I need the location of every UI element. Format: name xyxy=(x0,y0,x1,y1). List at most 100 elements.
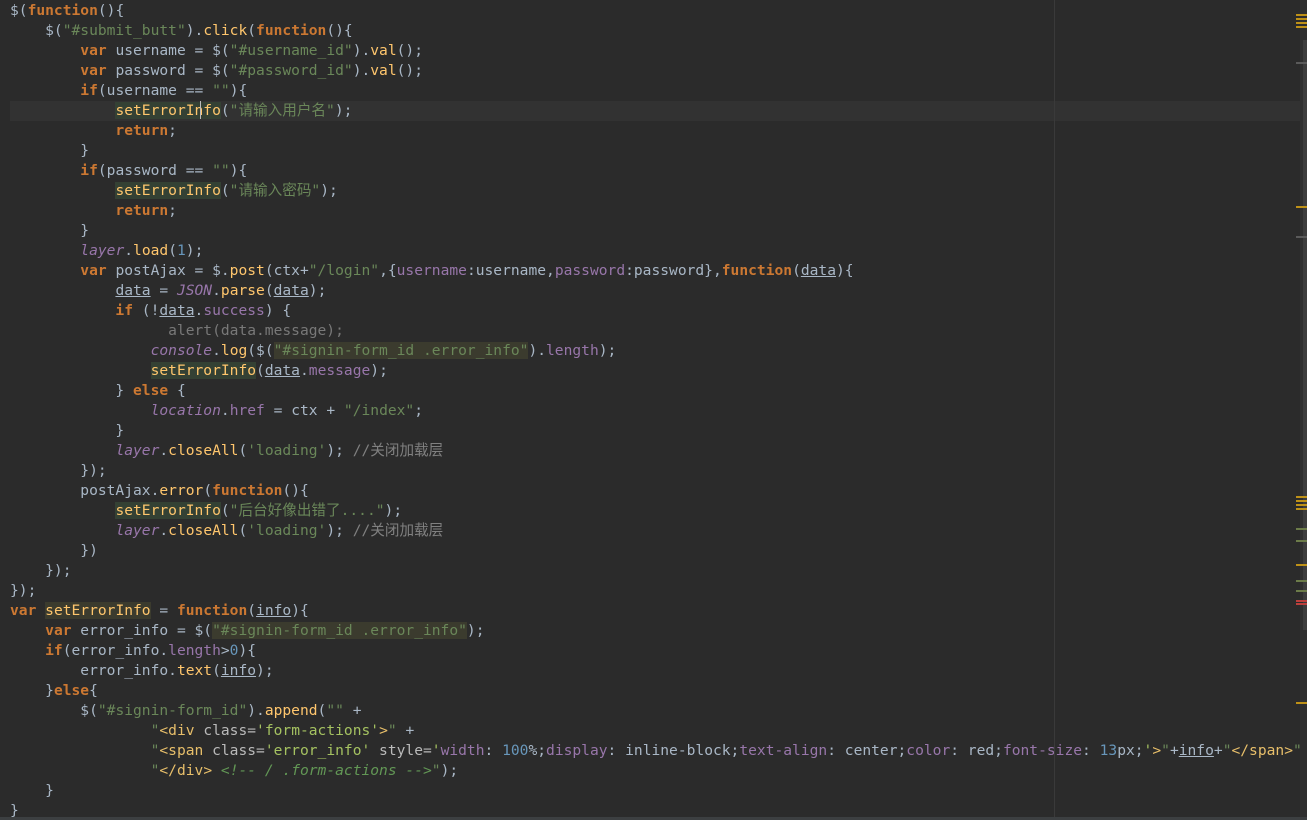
code-token: info xyxy=(220,662,257,679)
err-marker[interactable] xyxy=(1296,600,1307,602)
code-token: "" xyxy=(212,82,230,99)
warn-marker[interactable] xyxy=(1296,22,1307,24)
code-token: ' xyxy=(431,742,441,759)
info-marker[interactable] xyxy=(1296,580,1307,582)
code-line[interactable]: $("#signin-form_id").append("" + xyxy=(10,701,362,721)
warn-marker[interactable] xyxy=(1296,564,1307,566)
code-token: (ctx+ xyxy=(264,262,309,279)
code-line[interactable]: var error_info = $("#signin-form_id .err… xyxy=(10,621,485,641)
code-token: ) { xyxy=(264,302,292,319)
info-marker[interactable] xyxy=(1296,590,1307,592)
warn-marker[interactable] xyxy=(1296,18,1307,20)
code-token: else xyxy=(53,682,90,699)
warn-marker[interactable] xyxy=(1296,206,1307,208)
code-token: text-align xyxy=(739,742,828,759)
warn-marker[interactable] xyxy=(1296,14,1307,16)
code-token: . xyxy=(299,362,309,379)
code-line[interactable]: postAjax.error(function(){ xyxy=(10,481,308,501)
warn-marker[interactable] xyxy=(1296,504,1307,506)
code-token: if xyxy=(10,82,98,99)
code-token: + xyxy=(343,702,362,719)
info-marker[interactable] xyxy=(1296,528,1307,530)
code-line[interactable]: setErrorInfo("请输入密码"); xyxy=(10,181,338,201)
code-line[interactable]: "<div class='form-actions'>" + xyxy=(10,721,415,741)
code-line[interactable]: return; xyxy=(10,121,177,141)
code-token: } xyxy=(10,682,54,699)
code-line[interactable]: }) xyxy=(10,541,98,561)
code-line[interactable]: console.log($("#signin-form_id .error_in… xyxy=(10,341,616,361)
code-line[interactable]: } else { xyxy=(10,381,185,401)
code-line[interactable]: var setErrorInfo = function(info){ xyxy=(10,601,309,621)
code-line[interactable]: layer.closeAll('loading'); //关闭加载层 xyxy=(10,521,443,541)
code-line[interactable]: } xyxy=(10,781,54,801)
code-line[interactable]: " <span class='error_info' style='width: … xyxy=(10,741,1300,761)
code-line[interactable]: var postAjax = $.post(ctx+"/login",{user… xyxy=(10,261,854,281)
code-line[interactable]: }else{ xyxy=(10,681,98,701)
code-token: : inline-block; xyxy=(607,742,740,759)
code-line[interactable]: if (!data.success) { xyxy=(10,301,291,321)
code-line[interactable]: setErrorInfo("后台好像出错了...."); xyxy=(10,501,402,521)
warn-marker[interactable] xyxy=(1296,508,1307,510)
code-line[interactable]: }); xyxy=(10,561,71,581)
grey-marker[interactable] xyxy=(1296,62,1307,64)
code-line[interactable]: layer.closeAll('loading'); //关闭加载层 xyxy=(10,441,443,461)
code-line[interactable]: $("#submit_butt").click(function(){ xyxy=(10,21,353,41)
code-token: setErrorInfo xyxy=(150,362,257,379)
code-token: ; xyxy=(414,402,424,419)
code-line[interactable]: data = JSON.parse(data); xyxy=(10,281,326,301)
code-line[interactable]: } xyxy=(10,421,124,441)
code-token: length xyxy=(168,642,221,659)
code-token: . xyxy=(212,342,221,359)
code-token: "#submit_butt" xyxy=(62,22,186,39)
code-line[interactable]: var password = $("#password_id").val(); xyxy=(10,61,423,81)
code-token: + xyxy=(1213,742,1223,759)
code-line[interactable]: } xyxy=(10,141,89,161)
code-line[interactable]: location.href = ctx + "/index"; xyxy=(10,401,423,421)
code-token: ; xyxy=(168,202,177,219)
info-marker[interactable] xyxy=(1296,540,1307,542)
code-token: ){ xyxy=(229,162,248,179)
code-line[interactable]: if(username == ""){ xyxy=(10,81,247,101)
code-editor[interactable]: $(function(){ $("#submit_butt").click(fu… xyxy=(0,0,1300,820)
code-token: ){ xyxy=(291,602,309,619)
code-line[interactable]: var username = $("#username_id").val(); xyxy=(10,41,423,61)
code-token: 'loading' xyxy=(247,522,327,539)
code-token: alert(data.message); xyxy=(10,322,344,339)
err-marker[interactable] xyxy=(1296,603,1307,605)
code-token: var xyxy=(45,622,72,639)
code-line[interactable]: setErrorInfo(data.message); xyxy=(10,361,388,381)
code-line[interactable]: } xyxy=(10,221,89,241)
code-token: %; xyxy=(528,742,547,759)
code-line[interactable]: if(error_info.length>0){ xyxy=(10,641,256,661)
code-line[interactable]: layer.load(1); xyxy=(10,241,203,261)
code-line[interactable]: return; xyxy=(10,201,177,221)
code-line[interactable]: if(password == ""){ xyxy=(10,161,247,181)
code-token: = ctx + xyxy=(264,402,344,419)
code-token: ){ xyxy=(836,262,854,279)
code-token: ). xyxy=(352,62,371,79)
code-line[interactable]: alert(data.message); xyxy=(10,321,344,341)
code-line[interactable]: error_info.text(info); xyxy=(10,661,273,681)
code-token: . xyxy=(124,242,134,259)
code-token: ){ xyxy=(229,82,248,99)
code-line[interactable]: setErrorInfo("请输入用户名"); xyxy=(10,101,1300,121)
warn-marker[interactable] xyxy=(1296,26,1307,28)
code-token: "/index" xyxy=(343,402,415,419)
warn-marker[interactable] xyxy=(1296,496,1307,498)
code-line[interactable]: }); xyxy=(10,581,36,601)
code-token: color xyxy=(906,742,951,759)
code-token: "请输入密码" xyxy=(229,182,321,199)
code-line[interactable]: }); xyxy=(10,461,106,481)
code-line[interactable]: $(function(){ xyxy=(10,1,124,21)
code-line[interactable]: "</div> <!-- / .form-actions -->"); xyxy=(10,761,459,781)
code-token: ( xyxy=(203,482,213,499)
grey-marker[interactable] xyxy=(1296,236,1307,238)
code-token: 100 xyxy=(502,742,529,759)
warn-marker[interactable] xyxy=(1296,500,1307,502)
warn-marker[interactable] xyxy=(1296,702,1307,704)
code-token: }) xyxy=(10,542,98,559)
code-token: return xyxy=(10,202,169,219)
